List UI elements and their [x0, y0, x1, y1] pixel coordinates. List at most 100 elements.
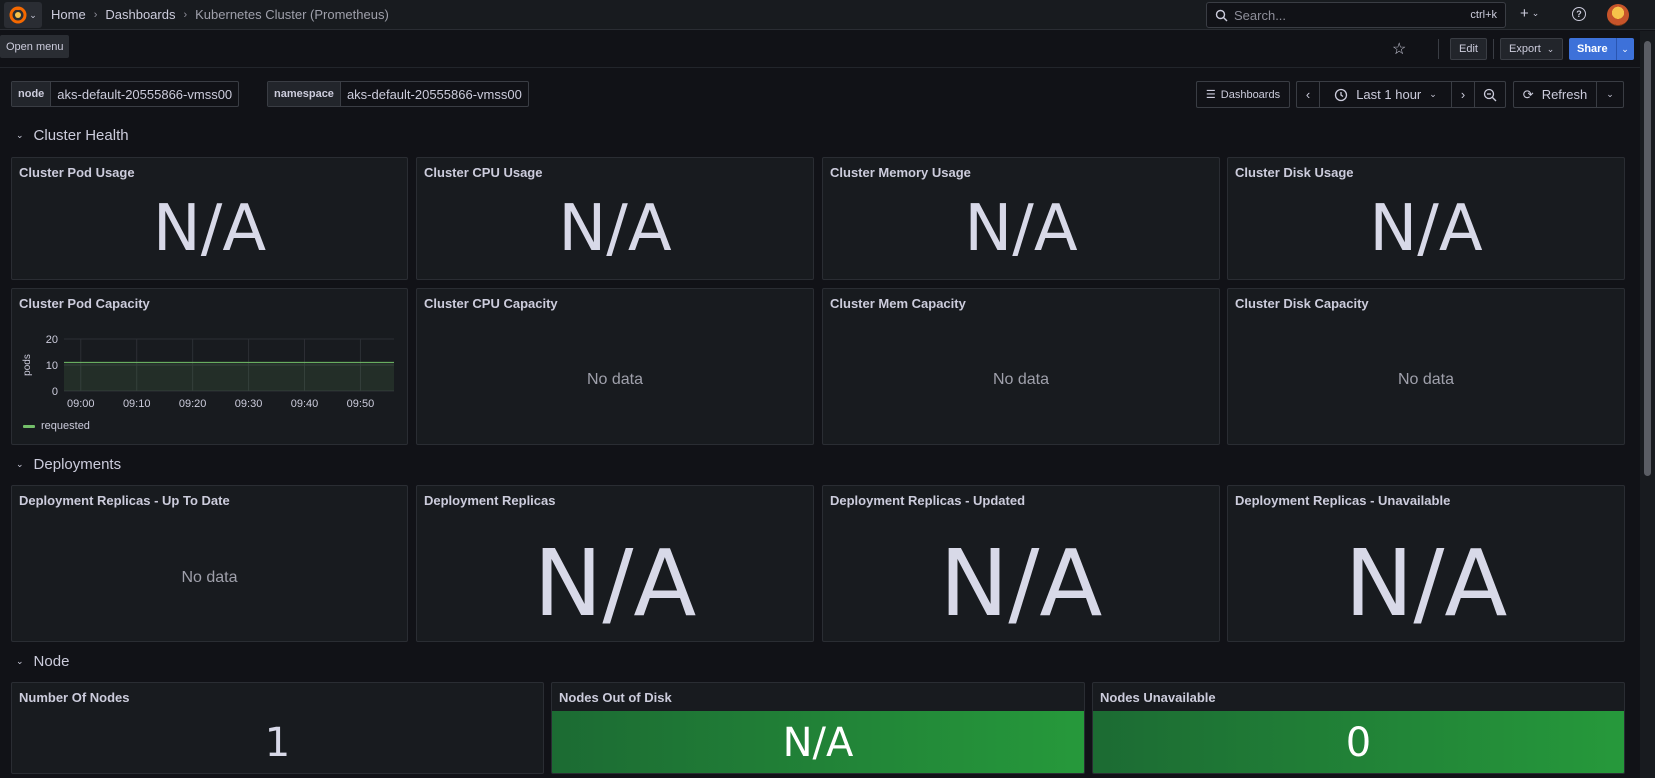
panel-title: Nodes Out of Disk: [559, 690, 672, 705]
variable-namespace-select[interactable]: aks-default-20555866-vmss00: [341, 82, 528, 106]
row-title: Cluster Health: [33, 127, 129, 144]
stat-value: 0: [1345, 720, 1372, 766]
new-button[interactable]: + ⌄: [1520, 5, 1539, 22]
breadcrumb: Home › Dashboards › Kubernetes Cluster (…: [51, 7, 389, 22]
stat-value: N/A: [1369, 192, 1483, 266]
panel-nodes-unavailable[interactable]: Nodes Unavailable 0: [1092, 682, 1625, 774]
clock-icon: [1335, 88, 1348, 101]
variable-label: node: [12, 82, 52, 106]
chevron-down-icon: ⌄: [1606, 89, 1614, 99]
refresh-interval-dropdown[interactable]: ⌄: [1596, 81, 1624, 108]
stat-value: N/A: [782, 720, 854, 766]
row-node[interactable]: ⌄ Node: [16, 653, 69, 670]
time-forward-button[interactable]: ›: [1451, 81, 1475, 108]
y-axis-label: pods: [22, 354, 33, 376]
variable-node: node aks-default-20555866-vmss00: [11, 81, 240, 107]
time-back-button[interactable]: ‹: [1296, 81, 1320, 108]
stat-value: N/A: [1344, 530, 1508, 637]
export-button[interactable]: Export ⌄: [1500, 38, 1564, 60]
help-icon[interactable]: ?: [1572, 7, 1586, 21]
panel-title: Deployment Replicas - Unavailable: [1235, 493, 1451, 508]
time-picker[interactable]: Last 1 hour ⌄: [1319, 81, 1452, 108]
panel-cluster-disk-usage[interactable]: Cluster Disk Usage N/A: [1227, 157, 1625, 280]
chevron-down-icon: ⌄: [16, 130, 24, 140]
chevron-left-icon: ‹: [1305, 87, 1311, 102]
chevron-down-icon: ⌄: [16, 656, 24, 666]
no-data-message: No data: [181, 569, 238, 586]
no-data-message: No data: [586, 371, 644, 388]
no-data-message: No data: [992, 371, 1050, 388]
avatar[interactable]: [1607, 4, 1629, 26]
edit-button[interactable]: Edit: [1450, 38, 1487, 60]
row-title: Deployments: [33, 456, 122, 473]
variable-label: namespace: [268, 82, 341, 106]
panel-cluster-cpu-usage[interactable]: Cluster CPU Usage N/A: [416, 157, 814, 280]
panel-title: Cluster CPU Usage: [424, 165, 543, 180]
legend-swatch: [23, 424, 35, 428]
share-dropdown-button[interactable]: ⌄: [1615, 38, 1634, 60]
panel-cluster-mem-capacity[interactable]: Cluster Mem Capacity No data: [822, 288, 1220, 445]
panel-title: Cluster CPU Capacity: [424, 296, 558, 311]
chevron-right-icon: ›: [183, 8, 188, 21]
refresh-button[interactable]: ⟳ Refresh: [1513, 81, 1597, 108]
divider: [1438, 39, 1439, 59]
panel-cluster-memory-usage[interactable]: Cluster Memory Usage N/A: [822, 157, 1220, 280]
stat-value: N/A: [939, 530, 1103, 637]
search-icon: [1215, 9, 1228, 21]
chevron-down-icon: ⌄: [1429, 89, 1437, 99]
panel-title: Deployment Replicas: [424, 493, 556, 508]
stat-value: N/A: [533, 530, 697, 637]
stat-value: N/A: [558, 192, 672, 266]
y-tick-label: 0: [52, 386, 58, 398]
zoom-out-button[interactable]: [1474, 81, 1506, 108]
chevron-down-icon: ⌄: [1621, 43, 1629, 54]
x-tick-label: 09:00: [67, 398, 95, 410]
x-tick-label: 09:30: [235, 398, 263, 410]
zoom-out-icon: [1483, 88, 1497, 101]
row-cluster-health[interactable]: ⌄ Cluster Health: [16, 127, 129, 144]
dashboards-button[interactable]: ☰ Dashboards: [1196, 81, 1290, 108]
panel-cluster-pod-capacity[interactable]: Cluster Pod Capacity 0 10 20 09:00 09:10 09:2…: [11, 288, 408, 445]
panel-title: Cluster Mem Capacity: [830, 296, 966, 311]
panel-title: Cluster Memory Usage: [830, 165, 971, 180]
variable-namespace: namespace aks-default-20555866-vmss00: [267, 81, 529, 107]
panel-title: Number Of Nodes: [19, 690, 130, 705]
panel-nodes-out-of-disk[interactable]: Nodes Out of Disk N/A: [551, 682, 1085, 774]
dashboards-label: Dashboards: [1220, 88, 1281, 101]
scrollbar-thumb[interactable]: [1644, 41, 1651, 476]
panel-number-of-nodes[interactable]: Number Of Nodes 1: [11, 682, 544, 774]
stat-value: N/A: [152, 192, 267, 266]
time-range-label: Last 1 hour: [1356, 87, 1422, 102]
panel-title: Nodes Unavailable: [1100, 690, 1216, 705]
breadcrumb-home[interactable]: Home: [51, 7, 86, 22]
divider: [1493, 39, 1494, 59]
variable-node-select[interactable]: aks-default-20555866-vmss00: [51, 82, 238, 106]
row-title: Node: [33, 653, 70, 670]
refresh-label: Refresh: [1541, 87, 1588, 102]
panel-title: Cluster Disk Usage: [1235, 165, 1354, 180]
chevron-right-icon: ›: [93, 8, 98, 21]
panel-deployment-replicas-updated[interactable]: Deployment Replicas - Updated N/A: [822, 485, 1220, 642]
breadcrumb-dashboards[interactable]: Dashboards: [105, 7, 175, 22]
plus-icon: +: [1520, 5, 1529, 22]
panel-deployment-replicas-unavailable[interactable]: Deployment Replicas - Unavailable N/A: [1227, 485, 1625, 642]
open-menu-button[interactable]: ⌄: [4, 2, 42, 28]
panel-cluster-disk-capacity[interactable]: Cluster Disk Capacity No data: [1227, 288, 1625, 445]
share-button-group: Share ⌄: [1569, 38, 1634, 60]
share-button[interactable]: Share: [1569, 38, 1616, 60]
series-area: [64, 362, 394, 391]
y-tick-label: 20: [46, 334, 58, 346]
panel-cluster-pod-usage[interactable]: Cluster Pod Usage N/A: [11, 157, 408, 280]
panel-cluster-cpu-capacity[interactable]: Cluster CPU Capacity No data: [416, 288, 814, 445]
chevron-down-icon: ⌄: [1531, 8, 1540, 18]
star-icon[interactable]: ☆: [1392, 39, 1406, 59]
chart-legend[interactable]: requested: [23, 420, 90, 432]
x-tick-label: 09:10: [123, 398, 151, 410]
search-input[interactable]: Search... ctrl+k: [1206, 2, 1506, 28]
row-deployments[interactable]: ⌄ Deployments: [16, 456, 121, 473]
panel-deployment-replicas[interactable]: Deployment Replicas N/A: [416, 485, 814, 642]
export-label: Export: [1509, 43, 1541, 55]
search-placeholder: Search...: [1234, 7, 1287, 23]
panel-deployment-replicas-up-to-date[interactable]: Deployment Replicas - Up To Date No data: [11, 485, 408, 642]
scrollbar[interactable]: [1640, 31, 1655, 778]
